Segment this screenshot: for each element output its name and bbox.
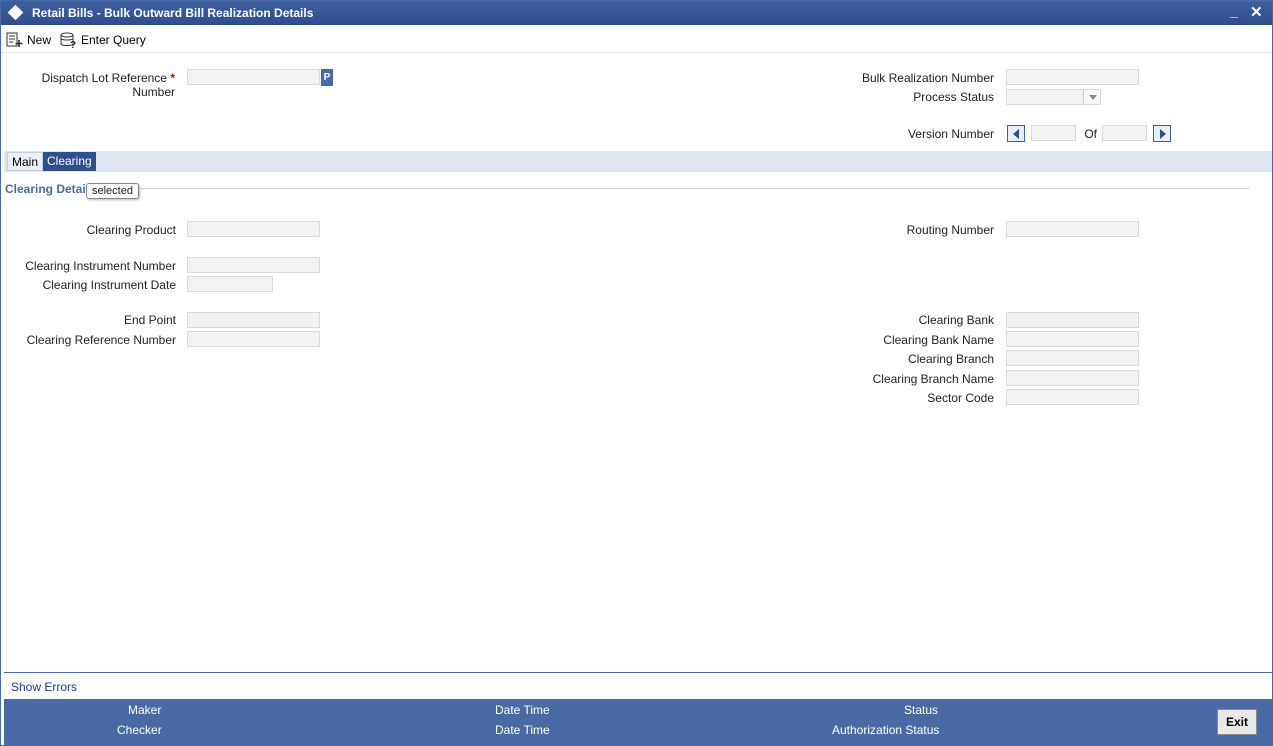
clearing-bank-label: Clearing Bank bbox=[918, 313, 994, 327]
clearing-reference-number-label: Clearing Reference Number bbox=[26, 333, 176, 347]
errors-bar: Show Errors bbox=[4, 672, 1272, 699]
end-point-input[interactable] bbox=[187, 312, 320, 328]
dispatch-lot-label-line1: Dispatch Lot Reference bbox=[41, 71, 167, 85]
audit-footer: Maker Checker Date Time Date Time Status… bbox=[4, 699, 1272, 745]
process-status-select[interactable] bbox=[1006, 89, 1101, 105]
tab-main[interactable]: Main bbox=[7, 152, 44, 171]
maker-date-time-label: Date Time bbox=[495, 703, 550, 717]
clearing-reference-number-input[interactable] bbox=[187, 331, 320, 347]
enter-query-label: Enter Query bbox=[81, 33, 146, 47]
previous-version-button[interactable] bbox=[1007, 125, 1025, 142]
sector-code-label: Sector Code bbox=[927, 391, 994, 405]
clearing-product-label: Clearing Product bbox=[86, 223, 176, 237]
svg-text:?: ? bbox=[70, 40, 76, 49]
dispatch-lot-reference-input[interactable] bbox=[187, 69, 320, 85]
chevron-down-icon bbox=[1083, 90, 1100, 104]
clearing-bank-name-input[interactable] bbox=[1006, 331, 1139, 347]
app-window: Retail Bills - Bulk Outward Bill Realiza… bbox=[0, 0, 1273, 746]
next-version-button[interactable] bbox=[1153, 125, 1171, 142]
clearing-branch-label: Clearing Branch bbox=[907, 352, 994, 366]
dispatch-lot-label-line2: Number bbox=[132, 85, 175, 99]
new-icon bbox=[6, 32, 23, 47]
tab-clearing[interactable]: Clearing bbox=[43, 152, 96, 171]
tab-bar: Main Clearing bbox=[4, 151, 1272, 172]
exit-button[interactable]: Exit bbox=[1217, 709, 1257, 735]
new-label: New bbox=[27, 33, 52, 47]
dispatch-lot-label: Dispatch Lot Reference * Number bbox=[21, 71, 175, 99]
bulk-realization-label: Bulk Realization Number bbox=[861, 71, 994, 85]
routing-number-label: Routing Number bbox=[906, 223, 994, 237]
version-number-label: Version Number bbox=[907, 127, 994, 141]
end-point-label: End Point bbox=[123, 313, 176, 327]
toolbar: New ? Enter Query bbox=[1, 25, 1272, 53]
app-icon bbox=[7, 4, 24, 21]
query-icon: ? bbox=[60, 32, 76, 49]
required-marker: * bbox=[170, 71, 175, 85]
show-errors-link[interactable]: Show Errors bbox=[11, 680, 77, 694]
clearing-bank-name-label: Clearing Bank Name bbox=[883, 333, 994, 347]
routing-number-input[interactable] bbox=[1006, 221, 1139, 237]
clearing-product-input[interactable] bbox=[187, 221, 320, 237]
section-divider bbox=[141, 188, 1249, 189]
total-versions-field bbox=[1102, 125, 1147, 141]
checker-label: Checker bbox=[117, 723, 162, 737]
clearing-instrument-date-input[interactable] bbox=[187, 276, 273, 292]
clearing-details-section-title: Clearing Detai bbox=[5, 182, 86, 196]
lov-p-button[interactable]: P bbox=[321, 69, 333, 86]
clearing-branch-input[interactable] bbox=[1006, 350, 1139, 366]
clearing-instrument-number-input[interactable] bbox=[187, 257, 320, 273]
status-label: Status bbox=[904, 703, 939, 717]
clearing-instrument-number-label: Clearing Instrument Number bbox=[25, 259, 176, 273]
of-label: Of bbox=[1084, 127, 1097, 141]
clearing-branch-name-label: Clearing Branch Name bbox=[872, 372, 994, 386]
authorization-status-label: Authorization Status bbox=[832, 723, 940, 737]
title-bar: Retail Bills - Bulk Outward Bill Realiza… bbox=[1, 1, 1272, 25]
sector-code-input[interactable] bbox=[1006, 389, 1139, 405]
clearing-bank-input[interactable] bbox=[1006, 312, 1139, 328]
version-number-field bbox=[1031, 125, 1076, 141]
window-title: Retail Bills - Bulk Outward Bill Realiza… bbox=[32, 6, 314, 20]
clearing-branch-name-input[interactable] bbox=[1006, 370, 1139, 386]
process-status-label: Process Status bbox=[913, 90, 994, 104]
clearing-instrument-date-label: Clearing Instrument Date bbox=[42, 278, 176, 292]
close-button[interactable]: ✕ bbox=[1250, 3, 1263, 21]
enter-query-button[interactable]: ? Enter Query bbox=[60, 31, 146, 49]
checker-date-time-label: Date Time bbox=[495, 723, 550, 737]
bulk-realization-input[interactable] bbox=[1006, 69, 1139, 85]
minimize-button[interactable]: _ bbox=[1230, 3, 1238, 19]
new-button[interactable]: New bbox=[6, 31, 51, 49]
maker-label: Maker bbox=[128, 703, 162, 717]
tooltip: selected bbox=[86, 183, 139, 199]
